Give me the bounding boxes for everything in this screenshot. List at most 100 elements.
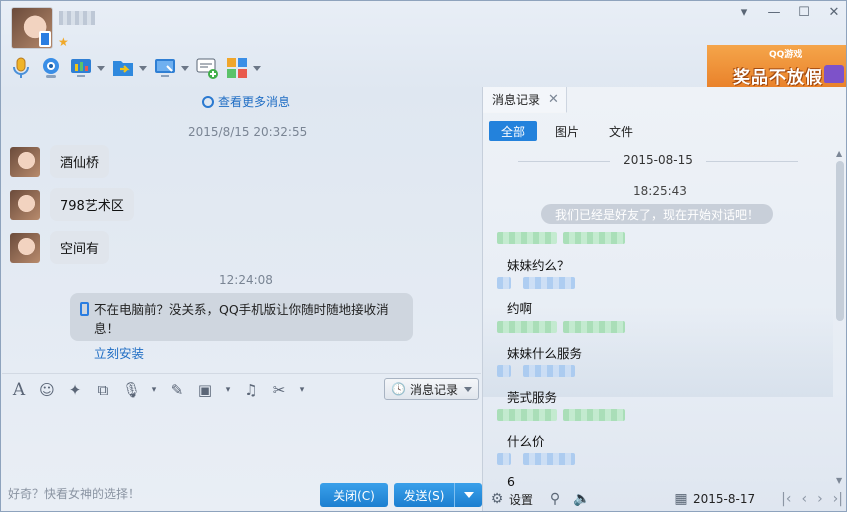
message-history-panel: 消息记录 ✕ 全部 图片 文件 2015-08-15 18:25:43 我们已经… <box>483 87 846 511</box>
message-row: 酒仙桥 <box>10 145 110 178</box>
filter-all[interactable]: 全部 <box>489 121 538 141</box>
video-icon <box>43 58 59 78</box>
history-filters: 全部 图片 文件 <box>489 121 645 141</box>
system-notice: 我们已经是好友了，现在开始对话吧！ <box>541 204 774 224</box>
voice-message-icon[interactable]: 🎙 <box>122 381 141 399</box>
emoji-icon[interactable]: ☺ <box>38 381 56 399</box>
chevron-down-icon[interactable] <box>253 65 261 71</box>
settings-button[interactable]: ⚙ 设置 <box>489 491 533 508</box>
contact-name[interactable] <box>59 11 95 25</box>
date-picker-value: 2015-8-17 <box>693 492 756 506</box>
shake-icon[interactable]: ✦ <box>66 381 84 399</box>
minimize-icon[interactable]: — <box>766 5 782 21</box>
screenshot-icon[interactable]: ✂ <box>270 381 288 399</box>
apps-button[interactable] <box>225 55 261 81</box>
clock-icon <box>202 95 214 108</box>
history-message: 妹妹约么？ <box>507 258 570 273</box>
sender-name-blurred <box>497 409 557 421</box>
chat-window: ★ ▾ — ☐ ✕ QQ游戏 奖品不放假 查看更多消息 2015/8/15 20… <box>0 0 847 512</box>
send-button[interactable]: 发送(S) <box>394 483 454 507</box>
send-options-button[interactable] <box>454 483 482 507</box>
screen-share-icon <box>71 59 91 77</box>
video-call-button[interactable] <box>39 55 63 81</box>
avatar[interactable] <box>10 189 40 220</box>
house-icon <box>824 65 844 83</box>
gif-icon[interactable]: ⧉ <box>94 381 112 399</box>
timestamp-blurred <box>523 365 575 377</box>
close-icon[interactable]: ✕ <box>826 5 842 21</box>
send-sms-button[interactable] <box>195 55 219 81</box>
file-transfer-icon <box>113 61 133 76</box>
image-icon[interactable]: ▣ <box>196 381 214 399</box>
close-button[interactable]: 关闭(C) <box>320 483 388 507</box>
chevron-down-icon <box>463 492 474 498</box>
file-transfer-button[interactable] <box>111 55 147 81</box>
scroll-up-icon[interactable]: ▲ <box>836 149 842 158</box>
maximize-icon[interactable]: ☐ <box>796 5 812 21</box>
avatar[interactable] <box>10 232 40 263</box>
avatar[interactable] <box>10 146 40 177</box>
ad-banner[interactable]: QQ游戏 奖品不放假 <box>707 45 846 87</box>
gear-icon: ⚙ <box>490 491 504 507</box>
ad-text: 奖品不放假 <box>733 68 823 87</box>
history-message: 什么价 <box>507 434 545 449</box>
next-page-icon[interactable]: › <box>817 491 823 507</box>
font-icon[interactable]: A <box>10 381 28 399</box>
install-now-link[interactable]: 立刻安装 <box>94 343 144 362</box>
speaker-icon[interactable]: 🔈 <box>573 491 590 507</box>
chevron-down-icon[interactable]: ▾ <box>736 5 752 21</box>
history-message: 约啊 <box>507 301 533 316</box>
close-icon[interactable]: ✕ <box>548 92 559 107</box>
chevron-down-icon[interactable]: ▾ <box>298 381 306 399</box>
message-row: 798艺术区 <box>10 188 134 221</box>
scroll-down-icon[interactable]: ▼ <box>836 476 842 485</box>
chevron-down-icon[interactable]: ▾ <box>150 381 158 399</box>
chat-history[interactable]: 查看更多消息 2015/8/15 20:32:55 酒仙桥 798艺术区 空间有… <box>2 87 481 373</box>
ad-logo: QQ游戏 <box>769 50 803 60</box>
chevron-down-icon[interactable] <box>139 65 147 71</box>
chevron-down-icon[interactable] <box>181 65 189 71</box>
edit-icon[interactable]: ✎ <box>168 381 186 399</box>
remote-desktop-button[interactable] <box>153 55 189 81</box>
screen-share-button[interactable] <box>69 55 105 81</box>
microphone-icon <box>13 57 29 78</box>
message-row: 空间有 <box>10 231 110 264</box>
mobile-online-icon <box>39 31 51 47</box>
phone-icon <box>80 302 89 316</box>
filter-files[interactable]: 文件 <box>597 121 645 141</box>
voice-call-button[interactable] <box>9 55 33 81</box>
input-toolbar: A ☺ ✦ ⧉ 🎙 ▾ ✎ ▣ ▾ ♫ ✂ ▾ 🕓 消息记录 <box>2 373 481 405</box>
prev-page-icon[interactable]: ‹ <box>801 491 807 507</box>
tab-label: 消息记录 <box>492 93 541 107</box>
message-input[interactable]: 好奇？快看女神的选择！ 关闭(C) 发送(S) <box>2 405 482 511</box>
first-page-icon[interactable]: |‹ <box>781 491 791 507</box>
notice-text: 不在电脑前？没关系，QQ手机版让你随时随地接收消息！ <box>94 302 389 336</box>
timestamp-blurred <box>563 409 625 421</box>
window-controls: ▾ — ☐ ✕ <box>736 5 842 21</box>
chevron-down-icon[interactable] <box>97 65 105 71</box>
send-sms-icon <box>196 58 218 79</box>
message-bubble: 空间有 <box>50 231 110 264</box>
history-message: 莞式服务 <box>507 390 558 405</box>
music-icon[interactable]: ♫ <box>242 381 260 399</box>
view-more-messages-link[interactable]: 查看更多消息 <box>202 93 290 110</box>
filter-images[interactable]: 图片 <box>543 121 591 141</box>
scroll-thumb[interactable] <box>836 161 844 321</box>
message-history-button[interactable]: 🕓 消息记录 <box>384 378 479 400</box>
timestamp-blurred <box>523 453 575 465</box>
header: ★ ▾ — ☐ ✕ QQ游戏 奖品不放假 <box>1 1 846 87</box>
chat-toolbar <box>9 55 261 81</box>
star-icon: ★ <box>58 35 69 49</box>
date-picker[interactable]: ▦ 2015-8-17 <box>673 491 755 507</box>
last-page-icon[interactable]: ›| <box>833 491 843 507</box>
input-hint[interactable]: 好奇？快看女神的选择！ <box>8 485 140 502</box>
history-scrollbar[interactable]: ▲ ▼ <box>835 149 845 485</box>
search-icon[interactable]: ⚲ <box>547 491 563 507</box>
chevron-down-icon[interactable]: ▾ <box>224 381 232 399</box>
tab-message-history[interactable]: 消息记录 ✕ <box>483 87 567 113</box>
settings-label: 设置 <box>509 492 534 507</box>
message-history-label: 消息记录 <box>409 382 458 397</box>
history-footer: ⚙ 设置 ⚲ 🔈 ▦ 2015-8-17 |‹ ‹ › ›| <box>483 487 846 511</box>
remote-desktop-icon <box>155 59 175 77</box>
sender-name-blurred <box>497 277 511 289</box>
